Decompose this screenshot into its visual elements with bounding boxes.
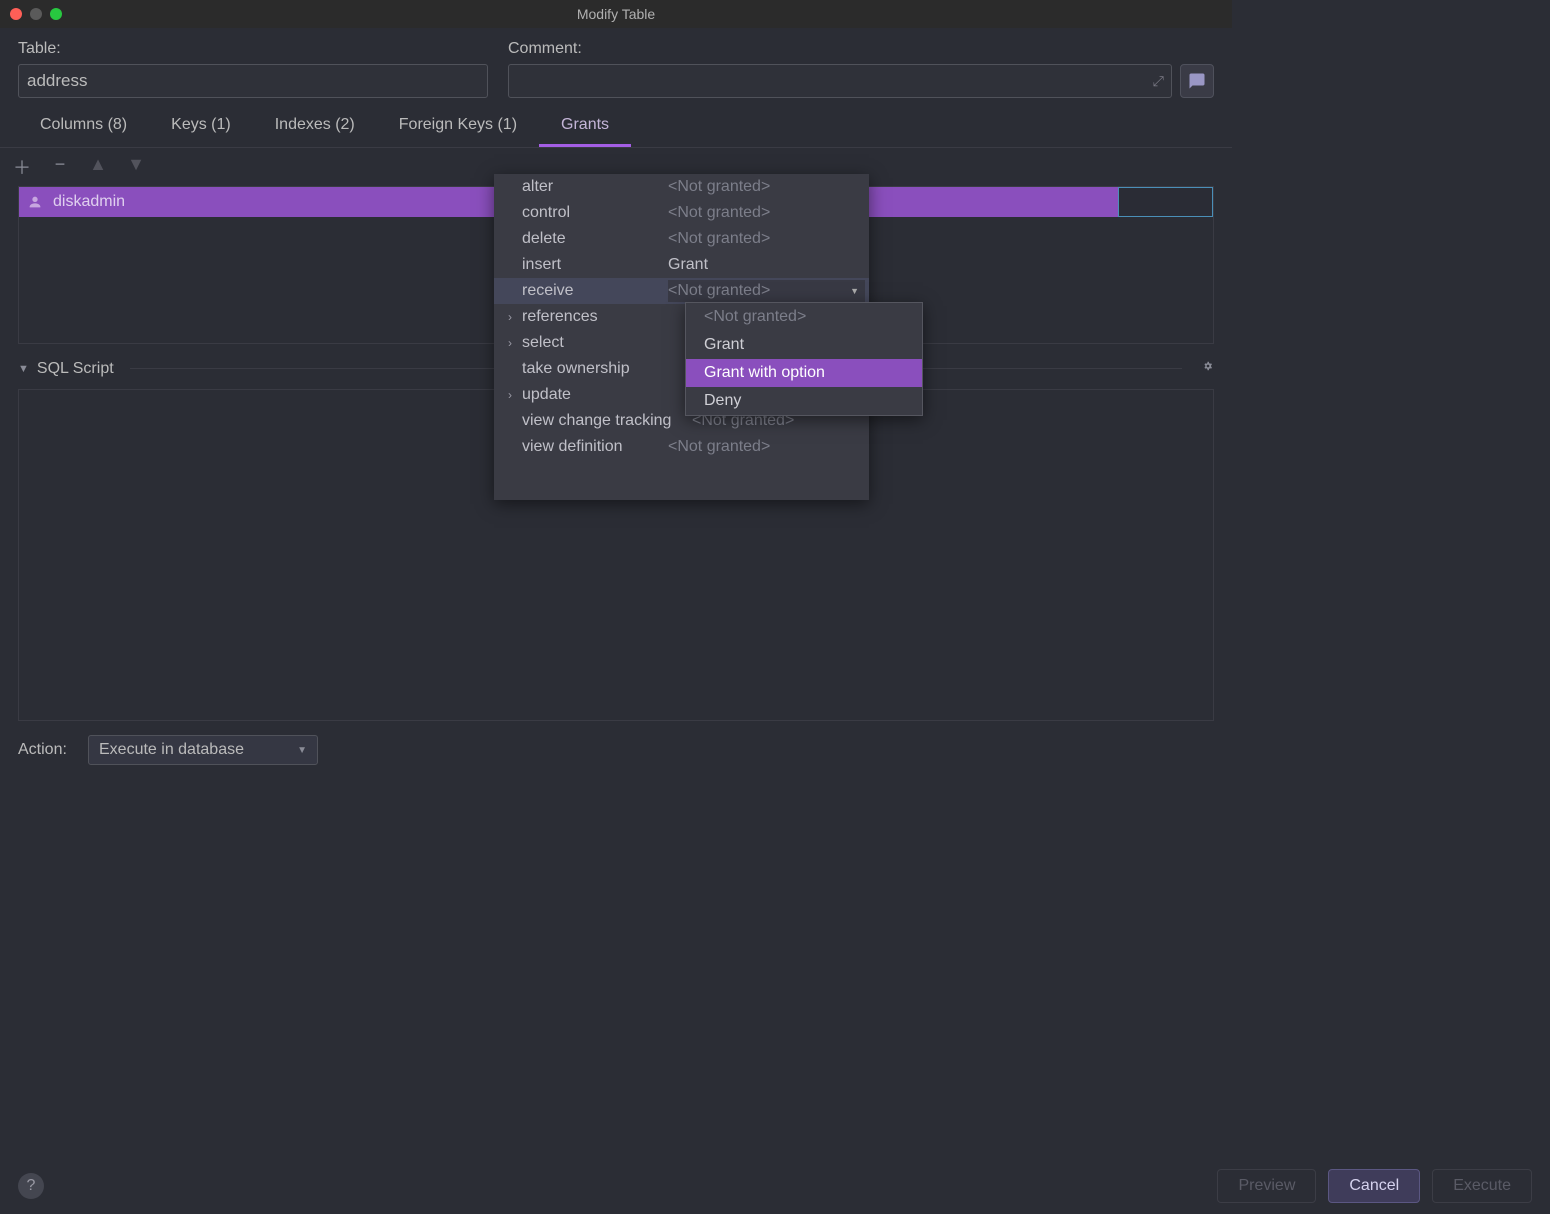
maximize-window-button[interactable] [50, 8, 62, 20]
dropdown-item-deny[interactable]: Deny [686, 387, 922, 415]
table-label: Table: [18, 40, 488, 58]
help-button[interactable]: ? [18, 1173, 44, 1199]
execute-button: Execute [1432, 1169, 1532, 1203]
close-window-button[interactable] [10, 8, 22, 20]
cancel-button[interactable]: Cancel [1328, 1169, 1420, 1203]
window-title: Modify Table [577, 6, 655, 22]
chevron-right-icon[interactable]: › [498, 310, 522, 324]
dropdown-item-grant-with-option[interactable]: Grant with option [686, 359, 922, 387]
grant-right-cell[interactable] [1118, 187, 1213, 217]
preview-button: Preview [1217, 1169, 1316, 1203]
user-icon [25, 192, 45, 212]
comment-input[interactable] [508, 64, 1172, 98]
grant-dropdown: <Not granted> Grant Grant with option De… [685, 302, 923, 416]
tabs: Columns (8) Keys (1) Indexes (2) Foreign… [0, 98, 1232, 148]
collapse-icon[interactable]: ▼ [18, 363, 29, 375]
bottom-bar: ? Preview Cancel Execute [0, 1158, 1550, 1214]
dropdown-item-grant[interactable]: Grant [686, 331, 922, 359]
grant-user-name: diskadmin [53, 193, 125, 211]
comment-button[interactable] [1180, 64, 1214, 98]
perm-row-alter[interactable]: alter <Not granted> [494, 174, 869, 200]
chevron-down-icon: ▼ [297, 745, 307, 756]
perm-status-dropdown[interactable]: <Not granted> ▼ [668, 280, 865, 302]
add-icon[interactable]: ＋ [12, 154, 32, 180]
tab-columns[interactable]: Columns (8) [18, 116, 149, 147]
action-row: Action: Execute in database ▼ [0, 721, 1232, 779]
titlebar: Modify Table [0, 0, 1232, 28]
expand-icon[interactable]: ⤢ [1153, 73, 1164, 90]
action-value: Execute in database [99, 741, 244, 759]
sql-script-label: SQL Script [37, 360, 114, 378]
perm-row-receive[interactable]: receive <Not granted> ▼ [494, 278, 869, 304]
perm-row-delete[interactable]: delete <Not granted> [494, 226, 869, 252]
tab-foreign-keys[interactable]: Foreign Keys (1) [377, 116, 539, 147]
minimize-window-button[interactable] [30, 8, 42, 20]
move-down-icon: ▼ [126, 154, 146, 180]
tab-keys[interactable]: Keys (1) [149, 116, 253, 147]
action-label: Action: [18, 741, 76, 759]
chevron-down-icon: ▼ [850, 286, 859, 296]
perm-row-view-definition[interactable]: view definition <Not granted> [494, 434, 869, 460]
form-row: Table: Comment: ⤢ [0, 28, 1232, 98]
remove-icon[interactable]: − [50, 154, 70, 180]
dropdown-item-not-granted[interactable]: <Not granted> [686, 303, 922, 331]
tab-indexes[interactable]: Indexes (2) [253, 116, 377, 147]
perm-row-insert[interactable]: insert Grant [494, 252, 869, 278]
chevron-right-icon[interactable]: › [498, 336, 522, 350]
table-name-input[interactable] [18, 64, 488, 98]
comment-label: Comment: [508, 40, 1214, 58]
chevron-right-icon[interactable]: › [498, 388, 522, 402]
perm-row-control[interactable]: control <Not granted> [494, 200, 869, 226]
window-controls [10, 8, 62, 20]
gear-icon[interactable] [1198, 358, 1214, 379]
move-up-icon: ▲ [88, 154, 108, 180]
tab-grants[interactable]: Grants [539, 116, 631, 147]
action-select[interactable]: Execute in database ▼ [88, 735, 318, 765]
